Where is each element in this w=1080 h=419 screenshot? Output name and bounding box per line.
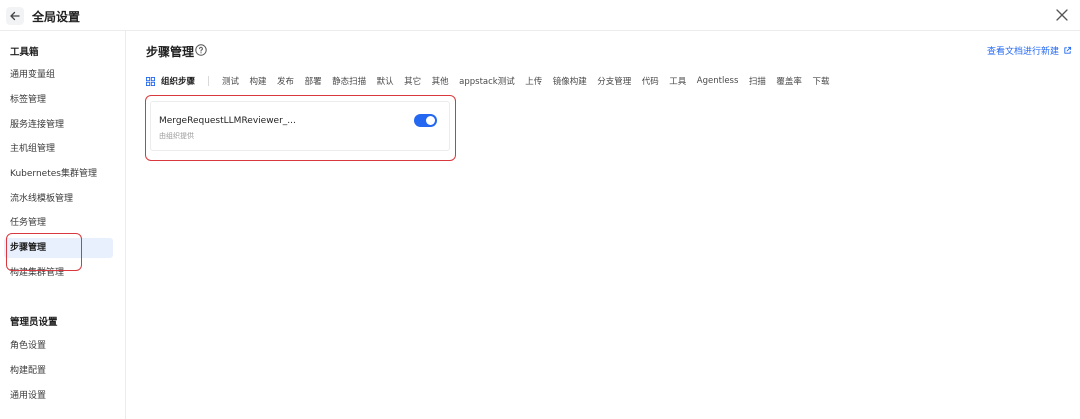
sidebar-section-toolbox: 工具箱 (10, 47, 39, 58)
toggle-knob (426, 116, 435, 125)
tab-image-build[interactable]: 镜像构建 (553, 75, 587, 87)
sidebar-item-roles[interactable]: 角色设置 (4, 336, 113, 356)
help-icon[interactable] (195, 44, 207, 56)
doc-link-label: 查看文档进行新建 (986, 47, 1059, 57)
tab-upload[interactable]: 上传 (525, 75, 542, 87)
tab-appstack-test[interactable]: appstack测试 (459, 75, 515, 87)
tab-download[interactable]: 下载 (812, 75, 829, 87)
tab-branch-management[interactable]: 分支管理 (597, 75, 631, 87)
sidebar-item-host-groups[interactable]: 主机组管理 (4, 139, 113, 159)
step-name: MergeRequestLLMReviewer_... (159, 116, 296, 126)
close-icon[interactable] (1054, 7, 1070, 23)
tab-other-2[interactable]: 其他 (432, 75, 449, 87)
tab-static-scan[interactable]: 静态扫描 (332, 75, 366, 87)
tab-tools[interactable]: 工具 (669, 75, 686, 87)
page-title: 全局设置 (32, 10, 81, 24)
top-bar: 全局设置 (0, 0, 1080, 31)
sidebar-item-build-clusters[interactable]: 构建集群管理 (4, 263, 113, 283)
sidebar-item-kubernetes[interactable]: Kubernetes集群管理 (4, 164, 113, 184)
tab-default[interactable]: 默认 (377, 75, 394, 87)
sidebar-item-build-config[interactable]: 构建配置 (4, 361, 113, 381)
sidebar-item-general[interactable]: 通用设置 (4, 386, 113, 406)
doc-link[interactable]: 查看文档进行新建 (987, 44, 1072, 57)
category-tabs: 组织步骤 测试 构建 发布 部署 静态扫描 默认 其它 其他 appstack测… (146, 74, 840, 88)
step-card[interactable]: MergeRequestLLMReviewer_... 由组织提供 (150, 101, 450, 151)
tab-org-steps-label: 组织步骤 (161, 77, 196, 87)
tab-coverage[interactable]: 覆盖率 (776, 75, 802, 87)
sidebar-section-admin: 管理员设置 (10, 317, 58, 328)
tab-other-1[interactable]: 其它 (404, 75, 421, 87)
tab-deploy[interactable]: 部署 (305, 75, 322, 87)
external-link-icon (1064, 46, 1072, 54)
step-enable-toggle[interactable] (414, 114, 437, 127)
sidebar-item-tasks[interactable]: 任务管理 (4, 213, 113, 233)
sidebar-item-variable-groups[interactable]: 通用变量组 (4, 65, 113, 85)
grid-icon (146, 76, 155, 86)
tab-code[interactable]: 代码 (642, 75, 659, 87)
sidebar-item-tags[interactable]: 标签管理 (4, 90, 113, 110)
section-title: 步骤管理 (146, 45, 195, 59)
step-provider: 由组织提供 (159, 132, 194, 140)
sidebar-item-service-connections[interactable]: 服务连接管理 (4, 115, 113, 135)
tab-org-steps[interactable]: 组织步骤 (146, 75, 195, 87)
tab-agentless[interactable]: Agentless (697, 76, 739, 86)
tab-scan[interactable]: 扫描 (749, 75, 766, 87)
tab-divider (208, 76, 210, 86)
sidebar: 工具箱 通用变量组 标签管理 服务连接管理 主机组管理 Kubernetes集群… (0, 31, 126, 419)
sidebar-item-steps[interactable]: 步骤管理 (4, 238, 113, 258)
sidebar-item-pipeline-templates[interactable]: 流水线模板管理 (4, 189, 113, 209)
tab-build[interactable]: 构建 (250, 75, 267, 87)
tab-test[interactable]: 测试 (222, 75, 239, 87)
arrow-left-icon (10, 11, 20, 21)
back-button[interactable] (6, 7, 24, 25)
tab-release[interactable]: 发布 (277, 75, 294, 87)
